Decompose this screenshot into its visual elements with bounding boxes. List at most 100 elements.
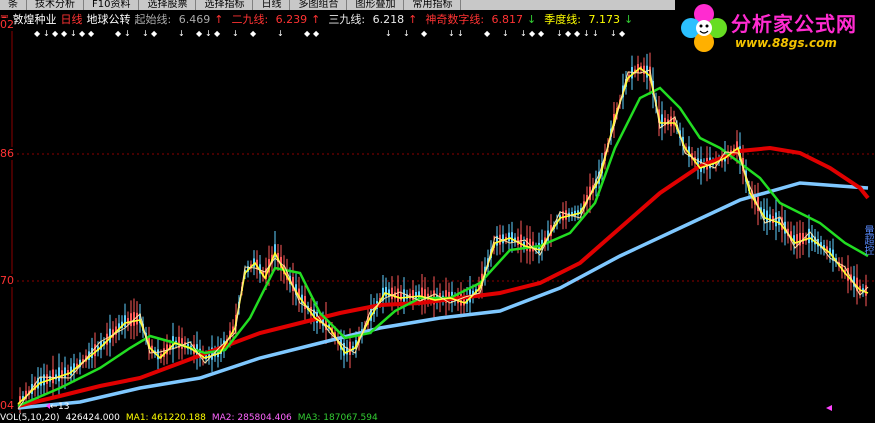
- vol-value: 426424.000: [65, 413, 120, 423]
- signal-marker: ◆: [34, 29, 41, 38]
- signal-marker: ◆: [115, 29, 122, 38]
- signal-marker: ↓: [403, 29, 410, 38]
- candle-body: [40, 376, 42, 386]
- candle-body: [565, 210, 567, 220]
- indicator-info-bar: ▣ 敦煌种业 日线 地球公转 起始线: 6.469↑ 二九线: 6.239↑ 三…: [0, 10, 680, 28]
- signal-marker: ◆: [88, 29, 95, 38]
- candle-body: [424, 289, 426, 302]
- signal-marker: ↓: [520, 29, 527, 38]
- signal-marker: ↓: [277, 29, 284, 38]
- candle-body: [181, 338, 183, 349]
- line-start: 起始线: 6.469 ↑: [134, 13, 224, 26]
- signal-marker: ◆: [196, 29, 203, 38]
- candle-body: [52, 369, 54, 384]
- candle-body: [61, 370, 63, 379]
- line-quarter: 季度线: 7.173 ↓: [544, 13, 634, 26]
- candle-body: [58, 367, 60, 382]
- moving-average-lines: [17, 66, 870, 410]
- site-logo: 分析家公式网 www.88gs.com: [675, 0, 875, 56]
- candle-body: [94, 344, 96, 357]
- signal-marker: ↓: [124, 29, 131, 38]
- signal-marker: ◆: [421, 29, 428, 38]
- signal-marker: ◆: [619, 29, 626, 38]
- signal-marker: ◆: [565, 29, 572, 38]
- menu-item-overlay[interactable]: 图形叠加: [347, 0, 405, 10]
- price-chart[interactable]: ◆ ↓ ◆ ◆ ↓ ◆ ◆ ◆ ↓ ↓ ◆ ↓ ◆ ↓ ◆ ↓ ◆ ↓ ◆ ◆ ↓ ↓ ◆ ↓ ↓ ◆ ↓ ↓ ◆ ◆ ↓ ◆ ◆ ↓ ↓ ↓ ◆ ← …: [0, 28, 875, 413]
- candle-body: [64, 367, 66, 379]
- y-axis-label-top: 02: [0, 18, 14, 31]
- menu-item-select-stock[interactable]: 选择股票: [139, 0, 197, 10]
- candle-body: [778, 217, 780, 226]
- menu-item-select-indicator[interactable]: 选择指标: [196, 0, 254, 10]
- candle-body: [397, 288, 399, 302]
- candle-body: [538, 242, 540, 254]
- signal-marker: ◆: [250, 29, 257, 38]
- y-axis-label-2: 86: [0, 147, 14, 160]
- vol-ma3: MA3: 187067.594: [297, 413, 378, 423]
- menu-item-0[interactable]: 条: [0, 0, 27, 10]
- signal-marker: ↓: [142, 29, 149, 38]
- signal-marker: ◆: [79, 29, 86, 38]
- low-marker-label: 13: [58, 402, 69, 412]
- line-39: 三九线: 6.218 ↑: [328, 13, 418, 26]
- signal-marker: ↓: [502, 29, 509, 38]
- candle-body: [127, 318, 129, 325]
- candle-body: [415, 292, 417, 299]
- signal-markers: ◆ ↓ ◆ ◆ ↓ ◆ ◆ ◆ ↓ ↓ ◆ ↓ ◆ ↓ ◆ ↓ ◆ ↓ ◆ ◆ ↓ ↓ ◆ ↓ ↓ ◆ ↓ ↓ ◆ ◆ ↓ ◆ ◆ ↓ ↓ ↓ ◆: [34, 29, 626, 38]
- logo-url: www.88gs.com: [735, 36, 837, 50]
- candle-body: [502, 234, 504, 244]
- ma-yellow-line: [17, 66, 869, 405]
- menu-item-period[interactable]: 日线: [253, 0, 291, 10]
- side-label: 量超控: [862, 225, 873, 255]
- low-marker: ← 13: [50, 402, 69, 412]
- volume-info-bar: VOL(5,10,20) 426424.000 MA1: 461220.188 …: [0, 413, 875, 423]
- signal-marker: ◆: [151, 29, 158, 38]
- candle-body: [349, 341, 351, 355]
- flower-logo-icon: [681, 4, 727, 52]
- y-axis-label-3: 70: [0, 274, 14, 287]
- y-axis-label-bottom: 04: [0, 399, 14, 412]
- signal-marker: ◆: [313, 29, 320, 38]
- candle-body: [400, 292, 402, 301]
- signal-marker: ◆: [529, 29, 536, 38]
- cursor-right-icon: [826, 405, 832, 411]
- signal-marker: ◆: [574, 29, 581, 38]
- candle-body: [766, 210, 768, 223]
- vol-ma2: MA2: 285804.406: [211, 413, 292, 423]
- candle-body: [391, 287, 393, 300]
- candle-body: [511, 232, 513, 243]
- indicator-name: 地球公转: [86, 13, 131, 26]
- stock-name: 敦煌种业: [12, 13, 57, 26]
- candle-body: [403, 289, 405, 302]
- ma-red-line: [17, 145, 870, 408]
- signal-marker: ◆: [214, 29, 221, 38]
- logo-title: 分析家公式网: [731, 12, 857, 36]
- menu-item-f10[interactable]: F10资料: [84, 0, 140, 10]
- menu-item-common-indicators[interactable]: 常用指标: [404, 0, 462, 10]
- signal-marker: ↓: [43, 29, 50, 38]
- candle-body: [130, 313, 132, 327]
- menu-item-multi-chart[interactable]: 多图组合: [290, 0, 348, 10]
- candle-body: [520, 234, 522, 249]
- signal-marker: ↓: [448, 29, 455, 38]
- signal-marker: ◆: [52, 29, 59, 38]
- chart-frame: [11, 28, 875, 413]
- signal-marker: ↓: [457, 29, 464, 38]
- candle-body: [136, 312, 138, 325]
- signal-marker: ↓: [178, 29, 185, 38]
- candle-body: [508, 232, 510, 242]
- vol-label: VOL(5,10,20): [0, 413, 60, 423]
- candle-body: [46, 374, 48, 384]
- candle-body: [124, 315, 126, 327]
- signal-marker: ↓: [232, 29, 239, 38]
- menu-item-analysis[interactable]: 技术分析: [27, 0, 84, 10]
- signal-marker: ↓: [70, 29, 77, 38]
- candlesticks: [19, 52, 867, 413]
- candle-body: [385, 287, 387, 297]
- signal-marker: ↓: [592, 29, 599, 38]
- signal-marker: ↓: [556, 29, 563, 38]
- ma-white-line: [17, 69, 869, 410]
- signal-marker: ↓: [205, 29, 212, 38]
- signal-marker: ↓: [610, 29, 617, 38]
- signal-marker: ◆: [61, 29, 68, 38]
